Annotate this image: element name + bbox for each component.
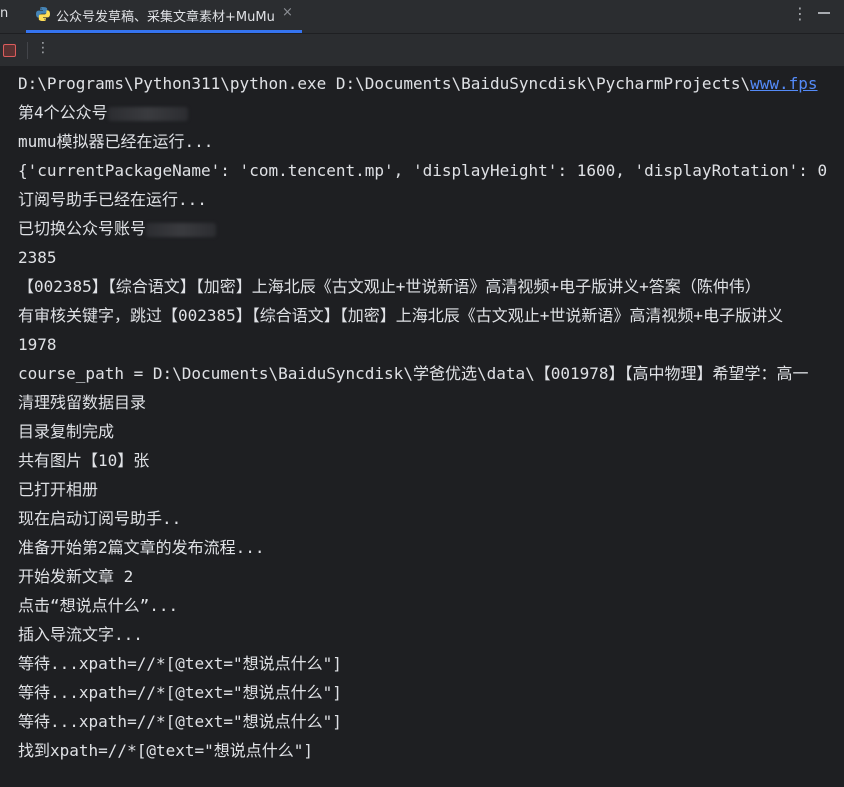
active-tab-indicator [26,30,302,33]
kebab-menu-icon[interactable]: ⋮ [792,4,808,23]
run-console-output[interactable]: D:\Programs\Python311\python.exe D:\Docu… [0,67,844,787]
redacted-text [107,106,188,121]
console-line: 有审核关键字，跳过【002385】【综合语文】【加密】上海北辰《古文观止+世说新… [18,306,784,325]
stop-icon[interactable] [3,44,16,57]
console-line: course_path = D:\Documents\BaiduSyncdisk… [18,364,809,383]
console-line: 【002385】【综合语文】【加密】上海北辰《古文观止+世说新语》高清视频+电子… [18,277,761,296]
options-menu-icon[interactable]: ⋮ [36,40,50,56]
console-line: 找到xpath=//*[@text="想说点什么"] [18,741,314,760]
console-line: 准备开始第2篇文章的发布流程... [18,538,265,557]
console-line: 等待...xpath=//*[@text="想说点什么"] [18,654,342,673]
console-line: 清理残留数据目录 [18,393,147,412]
console-link[interactable]: www.fps [750,74,817,93]
minimize-icon[interactable] [818,12,830,14]
console-line-command: D:\Programs\Python311\python.exe D:\Docu… [18,74,818,93]
close-icon[interactable]: × [282,5,293,20]
editor-tab-bar: n 公众号发草稿、采集文章素材+MuMu × ⋮ [0,0,844,34]
previous-tab-fragment[interactable]: n [0,6,8,21]
console-line: 共有图片【10】张 [18,451,150,470]
console-line: 等待...xpath=//*[@text="想说点什么"] [18,712,342,731]
console-line: 第4个公众号 [18,103,188,123]
console-line: 订阅号助手已经在运行... [18,190,207,209]
console-line: mumu模拟器已经在运行... [18,132,214,151]
tab-title: 公众号发草稿、采集文章素材+MuMu [56,10,275,25]
console-line: 已切换公众号账号 [18,219,217,239]
redacted-text [146,222,217,237]
run-toolbar: ⋮ [0,34,844,67]
console-line: 现在启动订阅号助手.. [18,509,182,528]
tab-run-configuration[interactable]: 公众号发草稿、采集文章素材+MuMu × [26,0,302,33]
toolbar-divider [27,42,28,59]
console-line: 目录复制完成 [18,422,115,441]
console-line: 点击“想说点什么”... [18,596,179,615]
console-line: 1978 [18,335,57,354]
console-line: 2385 [18,248,57,267]
console-line: {'currentPackageName': 'com.tencent.mp',… [18,161,828,180]
console-line: 等待...xpath=//*[@text="想说点什么"] [18,683,342,702]
console-line: 开始发新文章 2 [18,567,134,586]
console-line: 插入导流文字... [18,625,143,644]
console-line: 已打开相册 [18,480,99,499]
python-icon [36,7,50,21]
